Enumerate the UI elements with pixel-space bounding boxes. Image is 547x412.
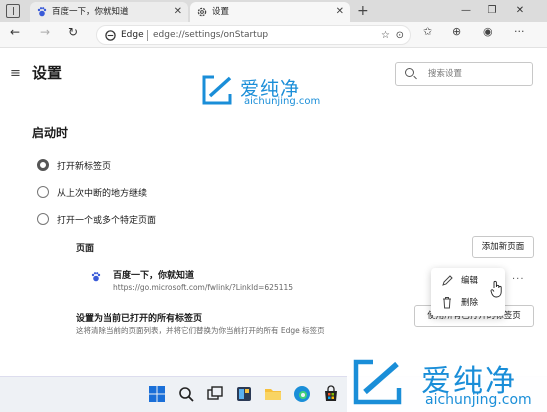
task-view-icon[interactable] xyxy=(206,385,224,403)
baidu-paw-icon xyxy=(37,7,47,17)
new-tab-icon[interactable]: + xyxy=(357,0,369,22)
gear-icon xyxy=(197,7,207,17)
restore-icon[interactable]: ❐ xyxy=(482,0,502,22)
url-text[interactable]: edge://settings/onStartup xyxy=(153,26,268,45)
close-window-icon[interactable]: ✕ xyxy=(510,0,530,22)
address-toolbar: ← → ↻ Edge edge://settings/onStartup ☆ ⊙… xyxy=(0,22,547,48)
close-tab-icon[interactable]: ✕ xyxy=(336,2,344,22)
radio-continue[interactable] xyxy=(37,186,49,198)
more-menu-icon[interactable]: ··· xyxy=(514,25,525,38)
widgets-icon[interactable] xyxy=(235,385,253,403)
tab-label: 百度一下，你就知道 xyxy=(52,7,129,17)
watermark-logo: 爱纯净 aichunjing.com xyxy=(200,72,330,112)
edge-window: 百度一下，你就知道 ✕ 设置 ✕ + — ❐ ✕ ← → ↻ Edge edge… xyxy=(0,0,547,412)
divider xyxy=(147,30,148,41)
hamburger-menu-icon[interactable]: ≡ xyxy=(10,66,21,81)
favorites-icon[interactable]: ✩ xyxy=(423,25,432,38)
forward-icon[interactable]: → xyxy=(40,25,50,39)
radio-label[interactable]: 打开一个或多个特定页面 xyxy=(57,213,156,226)
tab-label: 设置 xyxy=(212,7,230,17)
windows-start-icon[interactable] xyxy=(148,385,166,403)
search-icon[interactable] xyxy=(177,385,195,403)
back-icon[interactable]: ← xyxy=(10,25,20,39)
watermark-frame-icon xyxy=(202,75,232,105)
refresh-icon[interactable]: ↻ xyxy=(68,25,78,39)
pages-label: 页面 xyxy=(76,244,95,254)
page-url: https://go.microsoft.com/fwlink/?LinkId=… xyxy=(113,283,294,292)
watermark-domain: aichunjing.com xyxy=(425,392,532,408)
page-name: 百度一下，你就知道 xyxy=(113,271,195,281)
hand-cursor-icon xyxy=(490,280,502,298)
watermark-logo-large: 爱纯净 aichunjing.com xyxy=(347,350,547,412)
collections-icon[interactable]: ⊕ xyxy=(452,25,461,38)
close-tab-icon[interactable]: ✕ xyxy=(174,2,182,22)
edge-logo-icon xyxy=(105,30,116,41)
tab-settings[interactable]: 设置 ✕ xyxy=(190,2,350,22)
trash-icon xyxy=(443,297,451,309)
extension-icon[interactable]: ◉ xyxy=(483,25,493,38)
page-title: 设置 xyxy=(32,64,63,82)
address-bar[interactable]: Edge edge://settings/onStartup ☆ ⊙ xyxy=(96,25,411,45)
baidu-paw-icon xyxy=(91,272,101,282)
tab-actions-icon[interactable] xyxy=(6,4,20,18)
radio-specific-pages[interactable] xyxy=(37,213,49,225)
menu-item-label: 编辑 xyxy=(461,276,479,286)
set-current-title: 设置为当前已打开的所有标签页 xyxy=(76,314,203,324)
menu-item-label: 删除 xyxy=(461,298,479,308)
edge-brand-label: Edge xyxy=(121,30,144,40)
pencil-icon xyxy=(442,275,453,286)
add-favorite-icon[interactable]: ☆ xyxy=(381,26,390,45)
minimize-icon[interactable]: — xyxy=(456,0,476,22)
radio-label[interactable]: 打开新标签页 xyxy=(57,159,111,172)
store-icon[interactable] xyxy=(322,385,340,403)
search-icon xyxy=(405,68,414,77)
watermark-frame-icon xyxy=(353,359,402,405)
search-placeholder: 搜索设置 xyxy=(428,69,463,79)
tab-strip: 百度一下，你就知道 ✕ 设置 ✕ + — ❐ ✕ xyxy=(0,0,547,22)
file-explorer-icon[interactable] xyxy=(264,385,282,403)
radio-new-tab[interactable] xyxy=(37,159,49,171)
reader-icon[interactable]: ⊙ xyxy=(396,26,404,45)
add-page-button[interactable]: 添加新页面 xyxy=(472,236,534,258)
section-heading: 启动时 xyxy=(32,126,69,140)
watermark-domain: aichunjing.com xyxy=(244,96,321,107)
radio-label[interactable]: 从上次中断的地方继续 xyxy=(57,186,147,199)
search-settings-input[interactable]: 搜索设置 xyxy=(395,62,533,86)
edge-browser-icon[interactable] xyxy=(293,385,311,403)
set-current-description: 这将清除当前的页面列表，并将它们替换为你当前打开的所有 Edge 标签页 xyxy=(76,326,325,335)
tab-baidu[interactable]: 百度一下，你就知道 ✕ xyxy=(30,2,188,22)
more-actions-icon[interactable]: ··· xyxy=(512,274,525,285)
